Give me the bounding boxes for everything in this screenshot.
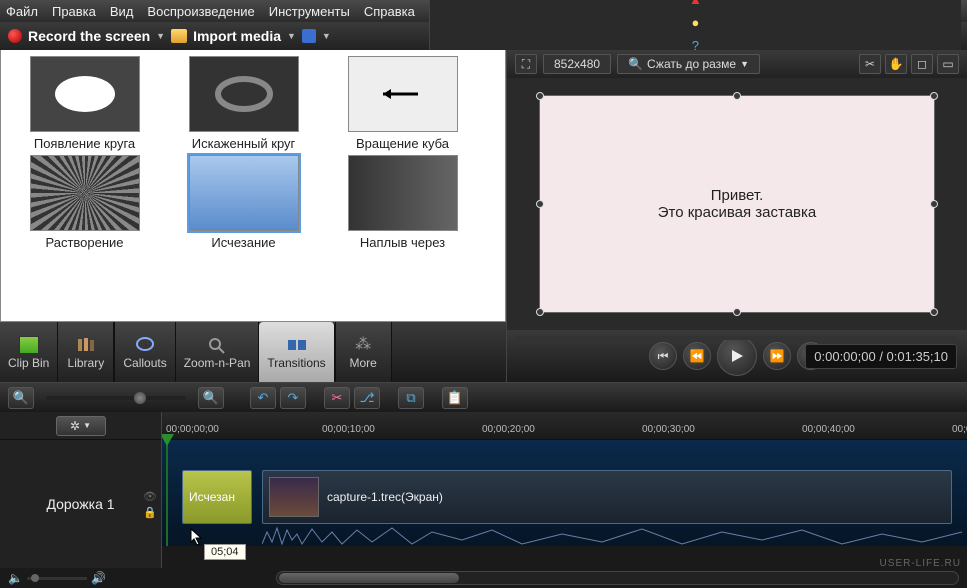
preview-area: Привет. Это красивая заставка bbox=[507, 78, 967, 330]
gallery-item[interactable]: Искаженный круг bbox=[166, 56, 321, 151]
menu-bar: Файл Правка Вид Воспроизведение Инструме… bbox=[0, 0, 967, 22]
scrubber[interactable] bbox=[517, 336, 957, 340]
record-dropdown[interactable]: ▼ bbox=[156, 31, 165, 41]
expand-icon[interactable]: ⛶ bbox=[515, 54, 537, 74]
play-button[interactable] bbox=[717, 336, 757, 376]
record-button[interactable]: Record the screen bbox=[28, 28, 150, 44]
preview-canvas[interactable]: Привет. Это красивая заставка bbox=[539, 95, 935, 313]
playhead[interactable] bbox=[166, 440, 168, 546]
window-icon[interactable]: ▭ bbox=[937, 54, 959, 74]
gallery-label: Растворение bbox=[7, 235, 162, 250]
vol-up-icon[interactable]: 🔊 bbox=[91, 571, 106, 585]
watermark: USER-LIFE.RU bbox=[880, 558, 961, 569]
preview-toolbar: ⛶ 852x480 🔍Сжать до разме▼ ✂ ✋ ◻ ▭ bbox=[507, 50, 967, 78]
app-icon[interactable] bbox=[302, 29, 316, 43]
gallery-item[interactable]: Вращение куба bbox=[325, 56, 480, 151]
transitions-gallery: Появление круга Искаженный круг Вращение… bbox=[0, 50, 506, 322]
time-tooltip: 05;04 bbox=[204, 544, 246, 560]
gallery-label: Наплыв через bbox=[325, 235, 480, 250]
cursor-icon bbox=[190, 528, 204, 546]
menu-help[interactable]: Справка bbox=[364, 4, 415, 19]
zoom-out-icon[interactable]: 🔍 bbox=[8, 387, 34, 409]
undo-button[interactable]: ↶ bbox=[250, 387, 276, 409]
track-header[interactable]: Дорожка 1 👁 🔒 bbox=[0, 440, 161, 568]
menu-edit[interactable]: Правка bbox=[52, 4, 96, 19]
track-options-button[interactable]: ✲ ▼ bbox=[56, 416, 106, 436]
cut-button[interactable]: ✂ bbox=[324, 387, 350, 409]
eye-icon[interactable]: 👁 bbox=[143, 490, 157, 503]
playback-controls: ⏮ ⏪ ⏩ ⏭ 0:00:00;00 / 0:01:35;10 bbox=[507, 330, 967, 382]
gallery-label: Исчезание bbox=[166, 235, 321, 250]
rewind-button[interactable]: ⏪ bbox=[683, 342, 711, 370]
lock-icon[interactable]: 🔒 bbox=[143, 506, 157, 519]
track-name: Дорожка 1 bbox=[46, 496, 114, 512]
waveform bbox=[262, 524, 962, 546]
timeline-ruler[interactable]: 00;00;00;00 00;00;10;00 00;00;20;00 00;0… bbox=[162, 412, 967, 440]
gallery-item-selected[interactable]: Исчезание bbox=[166, 155, 321, 250]
zoom-slider[interactable] bbox=[46, 396, 186, 400]
gallery-label: Искаженный круг bbox=[166, 136, 321, 151]
zoom-in-icon[interactable]: 🔍 bbox=[198, 387, 224, 409]
tab-callouts[interactable]: Callouts bbox=[115, 322, 175, 382]
tab-transitions[interactable]: Transitions bbox=[259, 322, 334, 382]
menu-view[interactable]: Вид bbox=[110, 4, 134, 19]
import-dropdown[interactable]: ▼ bbox=[287, 31, 296, 41]
gallery-item[interactable]: Появление круга bbox=[7, 56, 162, 151]
menu-file[interactable]: Файл bbox=[6, 4, 38, 19]
copy-button[interactable]: ⧉ bbox=[398, 387, 424, 409]
vol-down-icon[interactable]: 🔈 bbox=[8, 571, 23, 585]
tab-zoom-pan[interactable]: Zoom-n-Pan bbox=[176, 322, 260, 382]
fit-dropdown[interactable]: 🔍Сжать до разме▼ bbox=[617, 54, 760, 74]
canvas-text-2: Это красивая заставка bbox=[658, 204, 817, 221]
bottom-bar: 🔈 🔊 bbox=[0, 568, 967, 588]
app-dropdown[interactable]: ▼ bbox=[322, 31, 331, 41]
h-scrollbar[interactable] bbox=[276, 571, 959, 585]
canvas-text-1: Привет. bbox=[711, 187, 764, 204]
gallery-item[interactable]: Растворение bbox=[7, 155, 162, 250]
hand-icon[interactable]: ✋ bbox=[885, 54, 907, 74]
paste-button[interactable]: 📋 bbox=[442, 387, 468, 409]
frame-icon[interactable]: ◻ bbox=[911, 54, 933, 74]
timeline-toolbar: 🔍 🔍 ↶ ↷ ✂ ⎇ ⧉ 📋 bbox=[0, 382, 967, 412]
record-icon bbox=[8, 29, 22, 43]
gallery-item[interactable]: Наплыв через bbox=[325, 155, 480, 250]
volume-slider[interactable] bbox=[27, 577, 87, 580]
clip-thumbnail bbox=[269, 477, 319, 517]
gallery-label: Появление круга bbox=[7, 136, 162, 151]
folder-icon bbox=[171, 29, 187, 43]
redo-button[interactable]: ↷ bbox=[280, 387, 306, 409]
crop-icon[interactable]: ✂ bbox=[859, 54, 881, 74]
forward-button[interactable]: ⏩ bbox=[763, 342, 791, 370]
transition-clip[interactable]: Исчезан↔ bbox=[182, 470, 252, 524]
time-display: 0:00:00;00 / 0:01:35;10 bbox=[805, 344, 957, 369]
import-button[interactable]: Import media bbox=[193, 28, 281, 44]
tab-library[interactable]: Library bbox=[58, 322, 114, 382]
track-area[interactable]: Исчезан↔ capture-1.trec(Экран) 05;04 bbox=[162, 440, 967, 546]
prev-button[interactable]: ⏮ bbox=[649, 342, 677, 370]
gallery-label: Вращение куба bbox=[325, 136, 480, 151]
bell-icon[interactable]: ▲ bbox=[689, 0, 702, 7]
timeline: ✲ ▼ Дорожка 1 👁 🔒 00;00;00;00 00;00;10;0… bbox=[0, 412, 967, 568]
video-clip[interactable]: capture-1.trec(Экран) bbox=[262, 470, 952, 524]
tab-clip-bin[interactable]: Clip Bin bbox=[0, 322, 58, 382]
panel-tabs: Clip Bin Library Callouts Zoom-n-Pan Tra… bbox=[0, 322, 506, 382]
dimensions-box[interactable]: 852x480 bbox=[543, 54, 611, 74]
menu-tools[interactable]: Инструменты bbox=[269, 4, 350, 19]
tab-more[interactable]: ⁂More bbox=[336, 322, 392, 382]
split-button[interactable]: ⎇ bbox=[354, 387, 380, 409]
bulb-icon[interactable]: ● bbox=[691, 15, 699, 30]
menu-play[interactable]: Воспроизведение bbox=[147, 4, 254, 19]
